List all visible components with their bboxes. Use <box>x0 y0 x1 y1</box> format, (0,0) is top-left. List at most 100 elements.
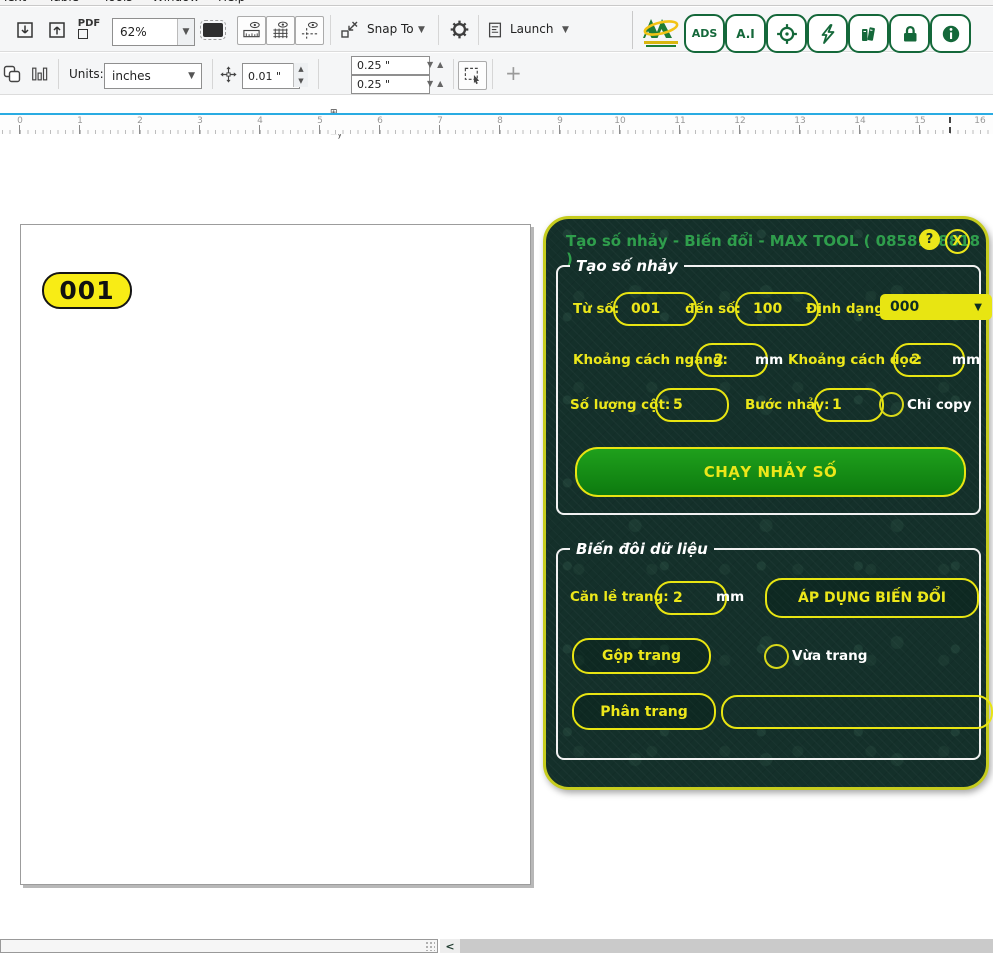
show-grid-toggle[interactable] <box>266 16 295 45</box>
fit-page-label: Vừa trang <box>792 648 868 664</box>
units-value: inches <box>112 69 151 83</box>
snap-to-label[interactable]: Snap To <box>367 22 414 36</box>
import-icon <box>15 20 35 40</box>
maxtool-dialog: Tạo số nhảy - Biến đổi - MAX TOOL ( 0858… <box>543 216 993 790</box>
duplicate-x-spinner[interactable]: ▼▲ <box>427 60 447 69</box>
nudge-offset-control <box>217 63 239 85</box>
show-guidelines-toggle[interactable] <box>295 16 324 45</box>
copy-only-radio[interactable] <box>879 392 904 417</box>
ruler-number: 10 <box>614 116 626 126</box>
close-icon: X <box>952 234 963 249</box>
ruler-cursor-marker <box>949 117 951 133</box>
export-icon <box>47 20 67 40</box>
to-label: đến số: <box>685 301 741 317</box>
import-button[interactable] <box>12 17 38 43</box>
books-icon <box>858 23 880 45</box>
launch-button[interactable] <box>484 17 506 43</box>
menu-tools[interactable]: Tools <box>103 0 133 4</box>
options-button[interactable] <box>446 16 473 43</box>
vspace-unit: mm <box>952 352 981 368</box>
treat-as-filled-icon <box>463 66 482 85</box>
launch-chevron-icon[interactable]: ▼ <box>562 25 569 35</box>
apply-transform-button[interactable]: ÁP DỤNG BIẾN ĐỔI <box>765 578 979 618</box>
ruler-number: 4 <box>257 116 263 126</box>
lightning-button[interactable] <box>807 14 848 53</box>
margin-value: 2 <box>673 590 683 606</box>
lock-button[interactable] <box>889 14 930 53</box>
target-icon <box>776 23 798 45</box>
run-number-label: CHẠY NHẢY SỐ <box>703 463 838 481</box>
add-plus-icon[interactable]: + <box>505 61 522 85</box>
drawing-page[interactable] <box>20 224 531 885</box>
ruler-number: 2 <box>137 116 143 126</box>
snap-to-chevron-icon[interactable]: ▼ <box>418 25 425 35</box>
nudge-offset-value: 0.01 " <box>248 69 282 83</box>
chevron-down-icon[interactable]: ▼ <box>177 19 194 45</box>
ruler-number: 9 <box>557 116 563 126</box>
menu-window[interactable]: Window <box>152 0 199 4</box>
overlap-objects-button[interactable] <box>0 62 24 86</box>
resize-grip-icon[interactable] <box>425 941 435 951</box>
help-button[interactable]: ? <box>919 229 940 250</box>
merge-pages-button[interactable]: Gộp trang <box>572 638 711 674</box>
menu-bar: Text Table Tools Window Help <box>0 0 993 6</box>
run-number-button[interactable]: CHẠY NHẢY SỐ <box>575 447 966 497</box>
nudge-offset-input[interactable]: 0.01 " <box>242 63 300 89</box>
document-navigator-box[interactable] <box>0 939 438 953</box>
ruler-number: 3 <box>197 116 203 126</box>
menu-table[interactable]: Table <box>48 0 79 4</box>
format-select[interactable]: 000 ▼ <box>880 294 992 320</box>
ruler-number: 11 <box>674 116 686 126</box>
units-select[interactable]: inches ▼ <box>104 63 202 89</box>
columns-input[interactable]: 5 <box>655 388 729 422</box>
horizontal-scrollbar[interactable] <box>460 939 993 953</box>
page-range-input[interactable] <box>721 695 993 729</box>
publish-pdf-button[interactable]: PDF <box>74 16 104 44</box>
format-value: 000 <box>890 299 920 315</box>
ads-button[interactable]: ADS <box>684 14 725 53</box>
duplicate-x-value: 0.25 " <box>357 59 391 72</box>
fullscreen-preview-button[interactable] <box>199 17 227 43</box>
nudge-icon <box>219 65 238 84</box>
info-icon <box>941 24 961 44</box>
copy-only-label: Chỉ copy <box>907 397 972 413</box>
ruler-number: 13 <box>794 116 806 126</box>
paginate-label: Phân trang <box>600 703 688 720</box>
target-button[interactable] <box>766 14 807 53</box>
show-rulers-toggle[interactable] <box>237 16 266 45</box>
export-button[interactable] <box>44 17 70 43</box>
lightning-icon <box>818 23 838 45</box>
books-button[interactable] <box>848 14 889 53</box>
distribute-button[interactable] <box>27 62 51 86</box>
menu-help[interactable]: Help <box>218 0 245 4</box>
fit-page-radio[interactable] <box>764 644 789 669</box>
duplicate-y-spinner[interactable]: ▼▲ <box>427 79 447 88</box>
menu-text[interactable]: Text <box>2 0 26 4</box>
zoom-level-value: 62% <box>120 25 147 39</box>
info-button[interactable] <box>930 14 971 53</box>
duplicate-x-input[interactable]: 0.25 " <box>351 56 430 75</box>
nudge-spinner[interactable]: ▲ ▼ <box>293 63 308 87</box>
horizontal-ruler[interactable]: 0 1 2 3 4 5 6 7 8 9 10 11 12 13 14 15 16 <box>0 113 993 134</box>
close-button[interactable]: X <box>945 229 970 254</box>
ruler-number: 5 <box>317 116 323 126</box>
number-badge-object[interactable]: 001 <box>42 272 132 309</box>
paginate-button[interactable]: Phân trang <box>572 693 716 730</box>
duplicate-y-input[interactable]: 0.25 " <box>351 75 430 94</box>
ruler-eye-icon <box>242 21 261 40</box>
margin-unit: mm <box>716 589 745 605</box>
snap-off-button[interactable] <box>336 17 362 43</box>
apply-transform-label: ÁP DỤNG BIẾN ĐỔI <box>798 590 946 606</box>
scroll-left-button[interactable]: < <box>440 939 460 953</box>
standard-toolbar: PDF 62% ▼ Snap To ▼ Launch ▼ ADS A.I <box>0 7 993 53</box>
vspace-value: 2 <box>911 352 921 368</box>
step-value: 1 <box>832 397 842 413</box>
treat-as-filled-toggle[interactable] <box>458 61 487 90</box>
zoom-level-combo[interactable]: 62% ▼ <box>112 18 195 46</box>
ai-button[interactable]: A.I <box>725 14 766 53</box>
margin-label: Căn lề trang: <box>570 589 669 605</box>
step-input[interactable]: 1 <box>814 388 884 422</box>
launch-label[interactable]: Launch <box>510 22 553 36</box>
ai-label: A.I <box>736 26 755 41</box>
ruler-number: 8 <box>497 116 503 126</box>
